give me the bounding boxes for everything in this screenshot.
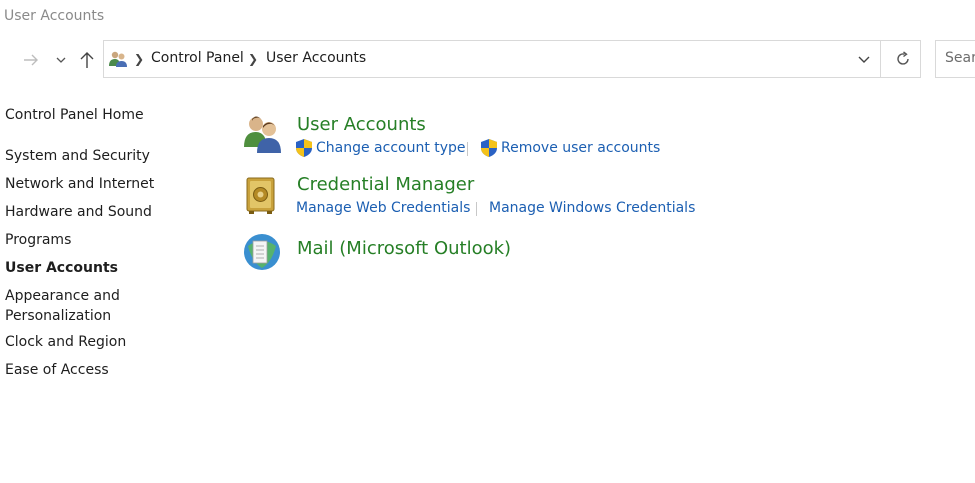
uac-shield-icon: [481, 139, 497, 157]
address-dropdown-button[interactable]: [848, 41, 880, 77]
breadcrumb-control-panel[interactable]: Control Panel: [151, 50, 244, 66]
link-separator: [476, 202, 477, 216]
category-user-accounts[interactable]: User Accounts: [297, 114, 426, 135]
breadcrumb-user-accounts[interactable]: User Accounts: [266, 50, 366, 66]
forward-button[interactable]: [20, 46, 42, 74]
breadcrumb-separator: ❯: [248, 52, 259, 66]
sidebar-item-network-internet[interactable]: Network and Internet: [5, 174, 175, 194]
change-account-type-link[interactable]: Change account type: [316, 140, 466, 156]
sidebar-item-control-panel-home[interactable]: Control Panel Home: [5, 105, 175, 125]
search-input[interactable]: Sear: [935, 40, 975, 78]
category-mail[interactable]: Mail (Microsoft Outlook): [297, 238, 511, 259]
remove-user-accounts-link[interactable]: Remove user accounts: [501, 140, 660, 156]
link-separator: [467, 142, 468, 156]
user-accounts-icon: [244, 116, 281, 153]
sidebar-item-system-security[interactable]: System and Security: [5, 146, 175, 166]
arrow-right-icon: [24, 54, 38, 66]
sidebar-item-hardware-sound[interactable]: Hardware and Sound: [5, 202, 175, 222]
sidebar-item-clock-region[interactable]: Clock and Region: [5, 332, 175, 352]
chevron-down-icon: [858, 56, 870, 63]
recent-locations-button[interactable]: [50, 46, 72, 74]
category-credential-manager[interactable]: Credential Manager: [297, 174, 474, 195]
credential-vault-icon: [246, 177, 275, 214]
sidebar-item-programs[interactable]: Programs: [5, 230, 175, 250]
refresh-button[interactable]: [888, 41, 918, 77]
breadcrumb-separator: ❯: [134, 52, 145, 66]
manage-windows-credentials-link[interactable]: Manage Windows Credentials: [489, 200, 695, 216]
refresh-icon: [897, 51, 909, 65]
sidebar-item-ease-of-access[interactable]: Ease of Access: [5, 360, 175, 380]
address-bar[interactable]: ❯ Control Panel ❯ User Accounts: [103, 40, 921, 78]
manage-web-credentials-link[interactable]: Manage Web Credentials: [296, 200, 470, 216]
window-title: User Accounts: [4, 8, 105, 24]
arrow-up-icon: [80, 52, 94, 68]
uac-shield-icon: [296, 139, 312, 157]
sidebar-item-user-accounts[interactable]: User Accounts: [5, 258, 175, 278]
chevron-down-icon: [56, 57, 66, 63]
sidebar-item-appearance-personalization[interactable]: Appearance and Personalization: [5, 286, 135, 326]
address-divider: [880, 41, 881, 77]
up-button[interactable]: [76, 46, 98, 74]
user-accounts-icon: [109, 51, 127, 67]
mail-icon: [244, 234, 280, 270]
